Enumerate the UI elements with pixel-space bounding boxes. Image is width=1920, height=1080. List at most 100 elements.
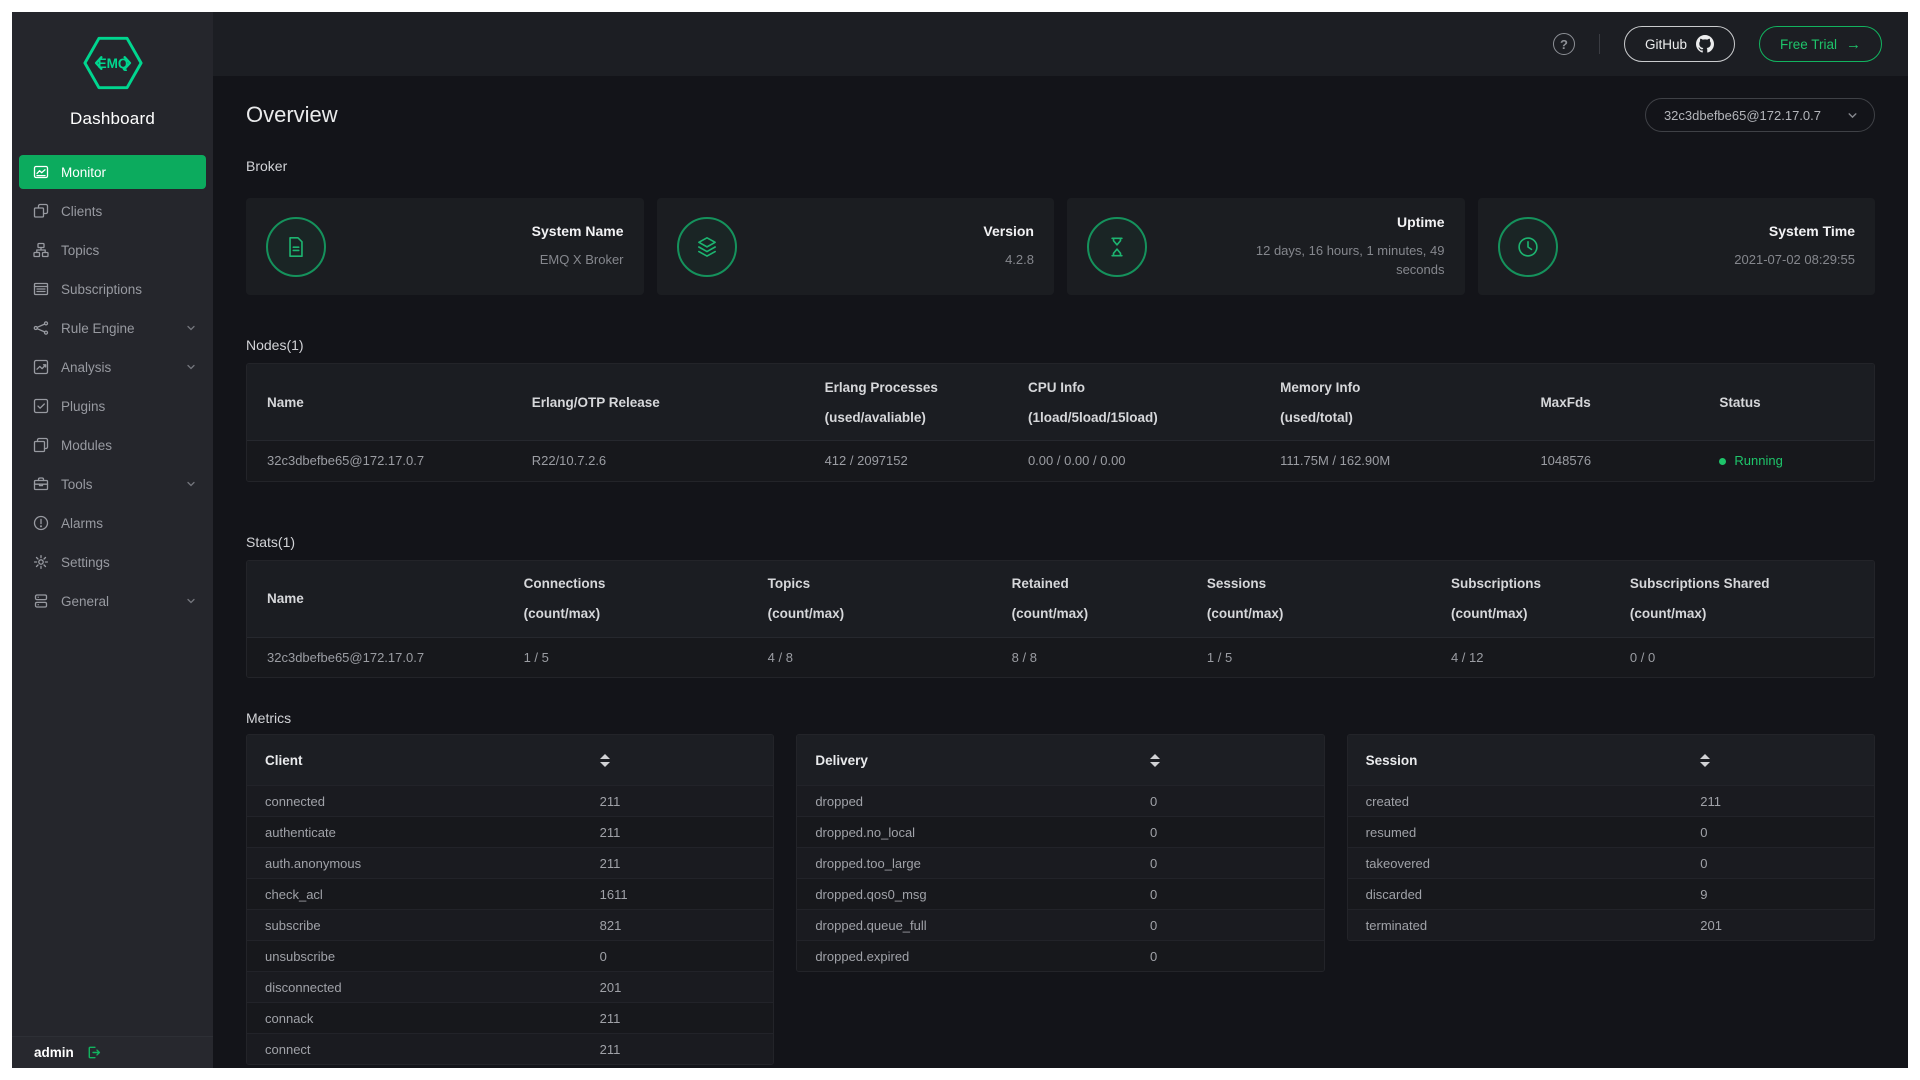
stats-connections-cell: 1 / 5 (524, 637, 768, 677)
broker-cards: System Name EMQ X Broker Version 4.2.8 (246, 198, 1875, 295)
sidebar-item-plugins[interactable]: Plugins (19, 389, 206, 423)
rule-engine-icon (33, 320, 49, 336)
stats-sessions-cell: 1 / 5 (1207, 637, 1451, 677)
github-icon (1696, 35, 1714, 53)
broker-section-label: Broker (246, 158, 1875, 174)
sidebar-item-topics[interactable]: Topics (19, 233, 206, 267)
column-header: Name (267, 591, 524, 606)
metrics-tables: Client connected211 authenticate211 auth… (246, 734, 1875, 1065)
column-header: Memory Info (1280, 380, 1540, 395)
sidebar-item-label: Alarms (61, 516, 103, 531)
sidebar-item-rule-engine[interactable]: Rule Engine (19, 311, 206, 345)
hourglass-icon (1087, 217, 1147, 277)
sidebar-item-monitor[interactable]: Monitor (19, 155, 206, 189)
sidebar-item-label: Analysis (61, 360, 111, 375)
list-item: connected211 (247, 785, 773, 816)
node-memory-cell: 111.75M / 162.90M (1280, 441, 1540, 481)
list-item: check_acl1611 (247, 878, 773, 909)
list-item: unsubscribe0 (247, 940, 773, 971)
logout-icon[interactable] (86, 1045, 101, 1060)
column-header: Topics (768, 576, 1012, 591)
list-item: dropped.expired0 (797, 940, 1323, 971)
node-selector[interactable]: 32c3dbefbe65@172.17.0.7 (1645, 98, 1875, 132)
nodes-section-label: Nodes(1) (246, 337, 1875, 353)
sidebar-item-general[interactable]: General (19, 584, 206, 618)
dashboard-title: Dashboard (12, 109, 213, 129)
broker-card-version: Version 4.2.8 (657, 198, 1055, 295)
page-title: Overview (246, 102, 338, 128)
metric-table-title: Delivery (797, 753, 1150, 768)
sidebar-item-subscriptions[interactable]: Subscriptions (19, 272, 206, 306)
column-subheader: (count/max) (768, 606, 1012, 621)
clients-icon (33, 203, 49, 219)
list-item: created211 (1348, 785, 1874, 816)
sidebar-item-label: Rule Engine (61, 321, 135, 336)
logo-text: EMQ (97, 56, 128, 71)
column-header: Subscriptions (1451, 576, 1630, 591)
sidebar-nav: Monitor Clients Topics Subscriptions (12, 155, 213, 1036)
broker-card-system-name: System Name EMQ X Broker (246, 198, 644, 295)
list-item: discarded9 (1348, 878, 1874, 909)
stats-retained-cell: 8 / 8 (1012, 637, 1207, 677)
username-label: admin (34, 1045, 74, 1060)
list-item: dropped.no_local0 (797, 816, 1323, 847)
column-subheader: (used/total) (1280, 410, 1540, 425)
sidebar-item-modules[interactable]: Modules (19, 428, 206, 462)
sidebar-item-label: Plugins (61, 399, 105, 414)
chevron-down-icon (186, 596, 196, 606)
sidebar-item-clients[interactable]: Clients (19, 194, 206, 228)
list-item: dropped.qos0_msg0 (797, 878, 1323, 909)
topbar: ? GitHub Free Trial → (213, 12, 1908, 76)
status-dot (1719, 458, 1726, 465)
sidebar-item-analysis[interactable]: Analysis (19, 350, 206, 384)
broker-card-title: System Time (1734, 223, 1855, 239)
column-subheader: (used/avaliable) (825, 410, 1028, 425)
free-trial-label: Free Trial (1780, 37, 1837, 52)
sort-icon[interactable] (1150, 754, 1160, 767)
sort-icon[interactable] (1700, 754, 1710, 767)
column-subheader: (1load/5load/15load) (1028, 410, 1280, 425)
node-cpu-cell: 0.00 / 0.00 / 0.00 (1028, 441, 1280, 481)
node-processes-cell: 412 / 2097152 (825, 441, 1028, 481)
metric-table-title: Client (247, 753, 600, 768)
broker-card-uptime: Uptime 12 days, 16 hours, 1 minutes, 49 … (1067, 198, 1465, 295)
sidebar-item-settings[interactable]: Settings (19, 545, 206, 579)
table-row: 32c3dbefbe65@172.17.0.7 1 / 5 4 / 8 8 / … (247, 637, 1874, 677)
sort-icon[interactable] (600, 754, 610, 767)
node-maxfds-cell: 1048576 (1540, 441, 1719, 481)
sidebar-item-tools[interactable]: Tools (19, 467, 206, 501)
sidebar-item-alarms[interactable]: Alarms (19, 506, 206, 540)
sidebar-item-label: Subscriptions (61, 282, 142, 297)
github-button[interactable]: GitHub (1624, 26, 1735, 62)
github-button-label: GitHub (1645, 37, 1687, 52)
user-bar: admin (12, 1036, 213, 1068)
column-subheader: (count/max) (1207, 606, 1451, 621)
broker-card-title: Version (983, 223, 1034, 239)
broker-card-title: System Name (532, 223, 624, 239)
column-subheader: (count/max) (1630, 606, 1874, 621)
stats-topics-cell: 4 / 8 (768, 637, 1012, 677)
broker-card-value: 4.2.8 (983, 250, 1034, 270)
metrics-section-label: Metrics (246, 710, 1875, 726)
sidebar-item-label: Tools (61, 477, 93, 492)
list-item: subscribe821 (247, 909, 773, 940)
broker-card-value: 2021-07-02 08:29:55 (1734, 250, 1855, 270)
sidebar-item-label: Settings (61, 555, 110, 570)
clock-icon (1498, 217, 1558, 277)
column-subheader: (count/max) (524, 606, 768, 621)
modules-icon (33, 437, 49, 453)
column-subheader: (count/max) (1012, 606, 1207, 621)
broker-card-title: Uptime (1217, 214, 1445, 230)
layers-icon (677, 217, 737, 277)
list-item: connack211 (247, 1002, 773, 1033)
column-header: Name (267, 395, 532, 410)
status-badge: Running (1734, 453, 1782, 468)
analysis-icon (33, 359, 49, 375)
column-header: MaxFds (1540, 395, 1719, 410)
sidebar-item-label: Modules (61, 438, 112, 453)
help-glyph: ? (1560, 37, 1568, 52)
help-icon[interactable]: ? (1553, 33, 1575, 55)
free-trial-button[interactable]: Free Trial → (1759, 26, 1882, 62)
logo-block: EMQ Dashboard (12, 12, 213, 129)
plugins-icon (33, 398, 49, 414)
